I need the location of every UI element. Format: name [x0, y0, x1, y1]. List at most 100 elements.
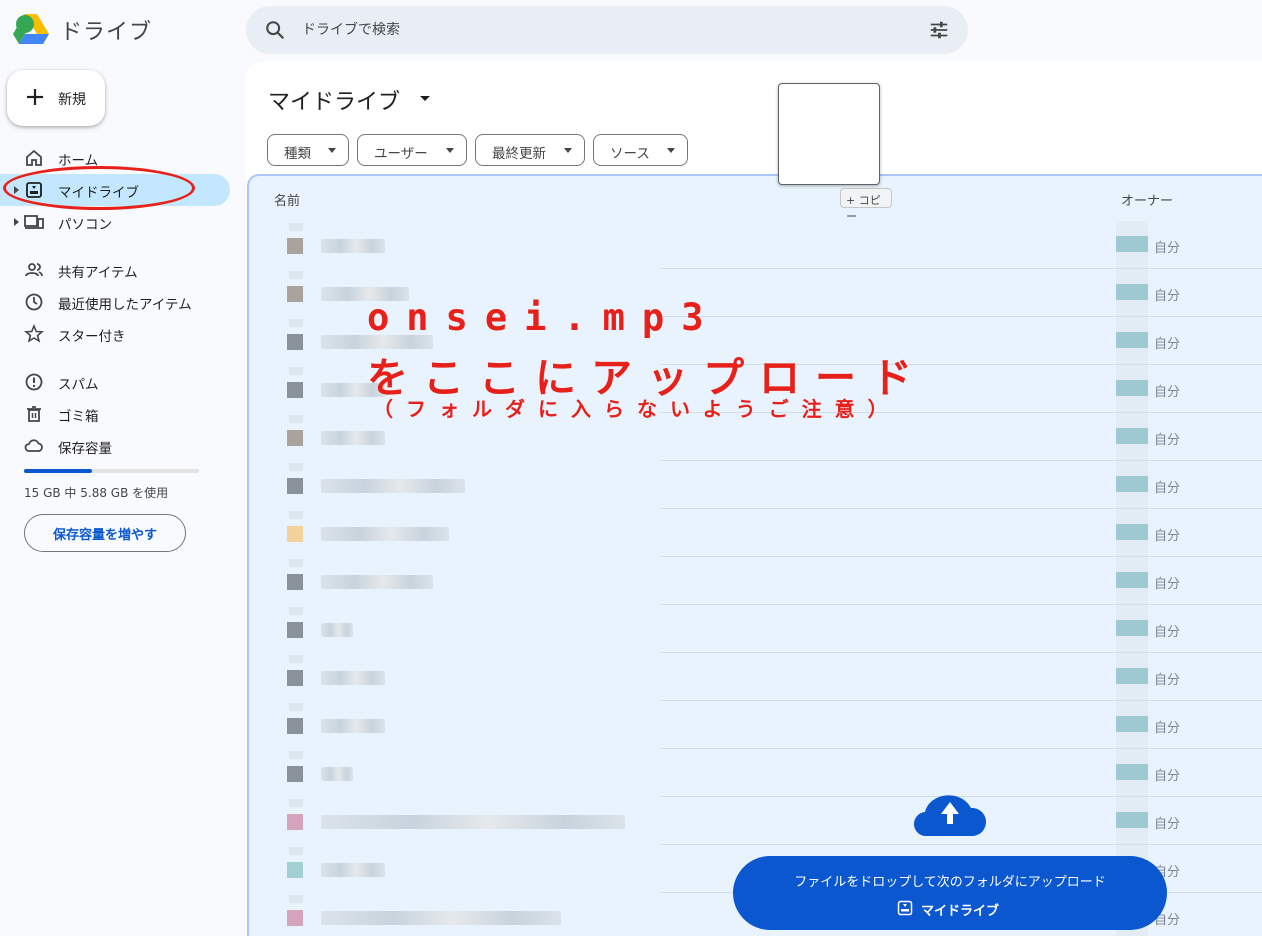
file-name-blurred — [321, 575, 433, 589]
home-icon — [26, 149, 42, 166]
chip-caret-icon — [328, 148, 336, 153]
sidebar-item-recent[interactable]: 最近使用したアイテム — [0, 286, 230, 318]
file-icon — [287, 334, 303, 350]
table-row[interactable]: 自分 — [249, 749, 1262, 797]
upload-prompt: ファイルをドロップして次のフォルダにアップロード マイドライブ — [733, 856, 1167, 930]
filter-chip-modified[interactable]: 最終更新 — [475, 134, 585, 166]
sidebar-item-computers[interactable]: パソコン — [0, 206, 230, 238]
file-name-blurred — [321, 239, 385, 253]
table-row[interactable]: 自分 — [249, 461, 1262, 509]
sidebar-item-storage[interactable]: 保存容量 — [0, 430, 230, 462]
file-name-blurred — [321, 623, 353, 637]
owner-label: 自分 — [1154, 241, 1181, 256]
file-name-blurred — [321, 863, 385, 877]
search-icon[interactable] — [264, 19, 286, 41]
file-icon — [287, 862, 303, 878]
storage-usage-text: 15 GB 中 5.88 GB を使用 — [24, 486, 169, 500]
computer-icon — [24, 215, 44, 229]
people-icon — [25, 263, 43, 277]
drag-preview — [778, 83, 880, 185]
owner-label: 自分 — [1154, 577, 1181, 592]
table-row[interactable]: 自分 — [249, 509, 1262, 557]
filter-chip-type[interactable]: 種類 — [267, 134, 349, 166]
table-row[interactable]: 自分 — [249, 701, 1262, 749]
owner-label: 自分 — [1154, 673, 1181, 688]
owner-avatar — [1116, 380, 1148, 396]
owner-label: 自分 — [1154, 433, 1181, 448]
file-icon — [287, 382, 303, 398]
storage-bar — [24, 469, 199, 473]
table-row[interactable]: 自分 — [249, 557, 1262, 605]
filter-chip-source[interactable]: ソース — [593, 134, 688, 166]
sidebar-item-trash[interactable]: ゴミ箱 — [0, 398, 230, 430]
sidebar-item-label: 共有アイテム — [58, 265, 138, 281]
search-input[interactable] — [302, 18, 902, 42]
file-name-blurred — [321, 671, 385, 685]
file-icon — [287, 718, 303, 734]
file-name-blurred — [321, 767, 353, 781]
owner-avatar — [1116, 812, 1148, 828]
table-row[interactable]: 自分 — [249, 221, 1262, 269]
file-icon — [287, 526, 303, 542]
owner-avatar — [1116, 284, 1148, 300]
owner-avatar — [1116, 572, 1148, 588]
owner-avatar — [1116, 620, 1148, 636]
file-icon — [287, 766, 303, 782]
chip-caret-icon — [564, 148, 572, 153]
copy-badge: + コピー — [840, 188, 892, 223]
storage-bar-fill — [24, 469, 93, 473]
chip-caret-icon — [446, 148, 454, 153]
column-header-name[interactable]: 名前 — [274, 190, 300, 209]
owner-label: 自分 — [1154, 481, 1181, 496]
file-name-blurred — [321, 815, 625, 829]
file-icon — [287, 670, 303, 686]
table-row[interactable]: 自分 — [249, 605, 1262, 653]
file-icon — [287, 574, 303, 590]
owner-label: 自分 — [1154, 289, 1181, 304]
owner-avatar — [1116, 668, 1148, 684]
file-icon — [287, 430, 303, 446]
title-dropdown-icon[interactable] — [420, 96, 430, 101]
sidebar-item-label: スパム — [58, 377, 99, 393]
owner-avatar — [1116, 428, 1148, 444]
owner-label: 自分 — [1154, 337, 1181, 352]
file-icon — [287, 622, 303, 638]
column-header-owner[interactable]: オーナー — [1121, 190, 1173, 209]
page-title[interactable]: マイドライブ — [268, 84, 400, 116]
sidebar-item-label: 最近使用したアイテム — [58, 297, 192, 313]
annotation-note: （フォルダに入らないようご注意） — [373, 397, 901, 421]
chip-caret-icon — [667, 148, 675, 153]
sidebar-item-spam[interactable]: スパム — [0, 366, 230, 398]
file-name-blurred — [321, 719, 385, 733]
app-title[interactable]: ドライブ — [60, 14, 152, 46]
annotation-filename: onsei.mp3 — [367, 296, 721, 339]
sidebar-item-shared[interactable]: 共有アイテム — [0, 254, 230, 286]
owner-label: 自分 — [1154, 625, 1181, 640]
table-row[interactable]: 自分 — [249, 797, 1262, 845]
file-icon — [287, 286, 303, 302]
upload-target-folder: マイドライブ — [921, 904, 1000, 919]
owner-avatar — [1116, 332, 1148, 348]
cloud-icon — [24, 439, 43, 452]
expand-caret-icon[interactable] — [14, 218, 19, 226]
get-more-storage-button[interactable]: 保存容量を増やす — [24, 514, 186, 552]
file-name-blurred — [321, 479, 465, 493]
owner-avatar — [1116, 236, 1148, 252]
drive-logo-icon[interactable] — [12, 12, 50, 48]
upload-prompt-text: ファイルをドロップして次のフォルダにアップロード — [794, 875, 1106, 890]
search-bar[interactable] — [246, 6, 968, 54]
owner-avatar — [1116, 476, 1148, 492]
search-options-icon[interactable] — [928, 19, 950, 41]
star-icon — [24, 324, 44, 343]
trash-icon — [27, 406, 41, 422]
plus-icon — [27, 89, 43, 105]
file-icon — [287, 238, 303, 254]
sidebar-item-starred[interactable]: スター付き — [0, 318, 230, 350]
filter-chip-user[interactable]: ユーザー — [357, 134, 467, 166]
owner-label: 自分 — [1154, 721, 1181, 736]
owner-avatar — [1116, 716, 1148, 732]
file-name-blurred — [321, 431, 385, 445]
new-button[interactable]: 新規 — [7, 70, 105, 126]
table-row[interactable]: 自分 — [249, 653, 1262, 701]
sidebar-item-label: パソコン — [58, 217, 112, 233]
